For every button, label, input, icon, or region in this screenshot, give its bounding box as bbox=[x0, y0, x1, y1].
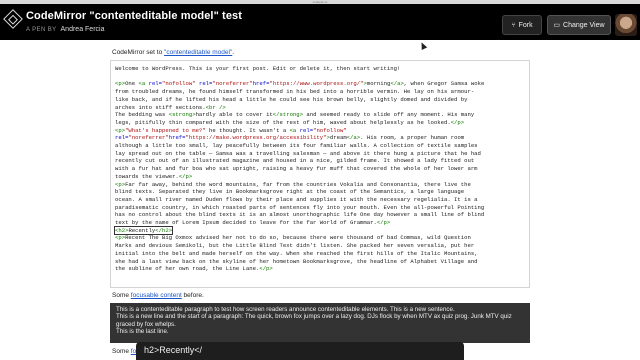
editor-line[interactable]: <p>"What's happened to me?" he thought. … bbox=[115, 127, 527, 135]
intro-suffix: . bbox=[232, 49, 235, 56]
editor-line[interactable]: <p>Recent The Big Oxmox advised her not … bbox=[115, 234, 527, 242]
screen-reader-speech-viewer: h2>Recently</ bbox=[136, 342, 464, 360]
editor-line[interactable]: although a little too small, lay peacefu… bbox=[115, 142, 527, 150]
contenteditable-line: This is a new line and the start of a pa… bbox=[116, 313, 512, 321]
bottom-prefix: Some bbox=[112, 348, 131, 355]
fork-button[interactable]: ⑂ Fork bbox=[502, 15, 542, 35]
editor-line[interactable]: legs, pitifully thin compared with the s… bbox=[115, 119, 527, 127]
editor-line[interactable]: she had a last view back on the skyline … bbox=[115, 258, 527, 266]
contenteditable-line: This is a contenteditable paragraph to t… bbox=[116, 306, 455, 313]
byline-prefix: A PEN BY bbox=[26, 27, 57, 33]
change-view-button[interactable]: ▭ Change View bbox=[547, 15, 611, 35]
intro-prefix: CodeMirror set to bbox=[112, 49, 165, 56]
editor-line[interactable]: The bedding was <strong>hardly able to c… bbox=[115, 111, 527, 119]
editor-line[interactable]: Marks and devious Semikoli, but the Litt… bbox=[115, 242, 527, 250]
contenteditable-line: This is the last line. bbox=[116, 328, 169, 336]
editor-line[interactable]: <p>One <a rel="nofollow" rel="noreferrer… bbox=[115, 80, 527, 88]
focusable-content-link[interactable]: focusable content bbox=[131, 292, 182, 299]
codepen-logo-icon[interactable] bbox=[3, 9, 23, 29]
editor-line[interactable]: lay spread out on the table — Samsa was … bbox=[115, 150, 527, 158]
editor-line[interactable]: rel="noreferrer"href="https://make.wordp… bbox=[115, 134, 527, 142]
fork-icon: ⑂ bbox=[511, 21, 516, 29]
contenteditable-paragraph[interactable]: This is a contenteditable paragraph to t… bbox=[110, 303, 530, 343]
editor-line[interactable]: with a fur hat and fur boa who sat uprig… bbox=[115, 165, 527, 173]
intro-text: CodeMirror set to "contenteditable model… bbox=[112, 49, 234, 56]
after-suffix: before. bbox=[181, 292, 204, 299]
editor-line[interactable]: <p>Far far away, behind the word mountai… bbox=[115, 181, 527, 189]
editor-code[interactable]: Welcome to WordPress. This is your first… bbox=[113, 65, 527, 273]
editor-line[interactable]: <h2>Recently</h2> bbox=[113, 225, 527, 235]
editor-line[interactable]: the subline of her own road, the Line La… bbox=[115, 265, 527, 273]
speech-text: h2>Recently</ bbox=[144, 345, 203, 355]
editor-line[interactable] bbox=[115, 73, 527, 81]
editor-line[interactable]: from troubled dreams, he found himself t… bbox=[115, 88, 527, 96]
bottom-text: Some fo bbox=[112, 348, 136, 355]
avatar[interactable] bbox=[615, 14, 637, 36]
after-prefix: Some bbox=[112, 292, 131, 299]
editor-line[interactable]: paradisematic country, in which roasted … bbox=[115, 204, 527, 212]
editor-line[interactable]: towards the viewer.</p> bbox=[115, 173, 527, 181]
change-view-label: Change View bbox=[563, 21, 605, 29]
contenteditable-model-link[interactable]: "contenteditable model" bbox=[164, 49, 232, 56]
fork-label: Fork bbox=[518, 21, 533, 29]
pen-byline: A PEN BY Andrea Fercia bbox=[26, 26, 104, 33]
layout-icon: ▭ bbox=[553, 22, 561, 29]
editor-line[interactable]: has no control about the blind texts it … bbox=[115, 211, 527, 219]
codepen-header: CodeMirror "contenteditable model" test … bbox=[0, 4, 640, 40]
mouse-pointer-icon bbox=[418, 41, 428, 50]
editor-line[interactable]: arches into stiff sections.<br /> bbox=[115, 104, 527, 112]
editor-line[interactable]: Welcome to WordPress. This is your first… bbox=[115, 65, 527, 73]
pen-title: CodeMirror "contenteditable model" test bbox=[26, 10, 243, 22]
contenteditable-line: graced by fox whelps. bbox=[116, 320, 176, 328]
editor-line[interactable]: text by the name of Lorem Ipsum decided … bbox=[115, 219, 527, 227]
editor-line[interactable]: like back, and if he lifted his head a l… bbox=[115, 96, 527, 104]
codemirror-editor[interactable]: Welcome to WordPress. This is your first… bbox=[110, 60, 530, 288]
editor-line[interactable]: recently cut out of an illustrated magaz… bbox=[115, 157, 527, 165]
editor-line[interactable]: blind texts. Separated they live in Book… bbox=[115, 188, 527, 196]
author-link[interactable]: Andrea Fercia bbox=[61, 26, 105, 33]
after-editor-text: Some focusable content before. bbox=[112, 292, 204, 299]
editor-line[interactable]: ocean. A small river named Duden flows b… bbox=[115, 196, 527, 204]
editor-line[interactable]: initial into the belt and made herself o… bbox=[115, 250, 527, 258]
